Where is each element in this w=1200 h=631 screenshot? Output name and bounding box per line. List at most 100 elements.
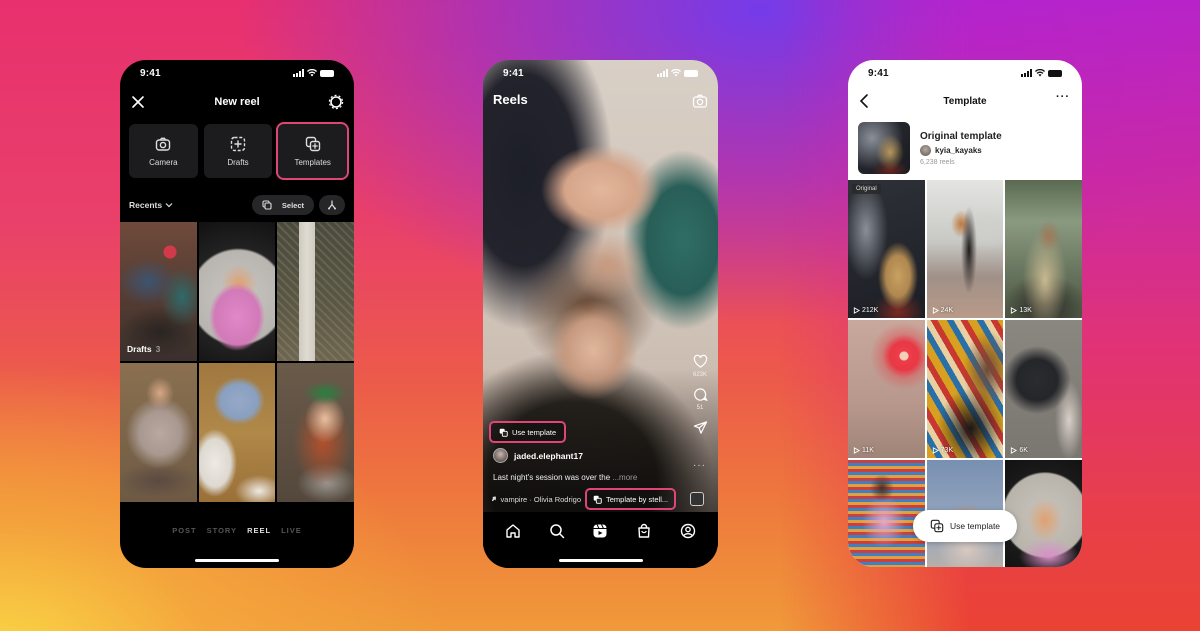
use-template-label: Use template <box>512 427 557 437</box>
author-username: kyia_kayaks <box>935 145 982 155</box>
reel-thumbnail[interactable] <box>1005 460 1082 567</box>
header: New reel <box>120 88 354 116</box>
use-template-chip[interactable]: Use template <box>489 421 567 443</box>
battery-icon <box>1048 69 1062 77</box>
status-bar: 9:41 <box>848 60 1082 86</box>
reel-thumbnail[interactable]: 73K <box>926 320 1004 458</box>
signal-icon <box>293 69 304 77</box>
more-icon[interactable]: ··· <box>1056 91 1070 103</box>
original-template-author[interactable]: kyia_kayaks <box>920 144 1002 156</box>
page-title: Reels <box>493 92 528 107</box>
original-template-thumbnail[interactable] <box>858 122 910 174</box>
drafts-tile[interactable]: Drafts <box>203 124 273 178</box>
audio-row: vampire · Olivia Rodrigo Template by ste… <box>491 488 712 510</box>
templates-tile[interactable]: Templates <box>276 122 350 180</box>
recents-label: Recents <box>129 200 163 210</box>
select-label: Select <box>281 200 304 210</box>
view-count-value: 24K <box>940 307 954 314</box>
camera-label: Camera <box>149 157 178 167</box>
media-thumbnail[interactable] <box>198 222 276 361</box>
template-by-label: Template by stell... <box>606 494 669 504</box>
status-time: 9:41 <box>868 67 889 79</box>
home-indicator <box>195 559 279 562</box>
wifi-icon <box>671 69 681 77</box>
mode-selector: POST STORY REEL LIVE <box>120 526 354 535</box>
original-template-meta: Original template kyia_kayaks 6,238 reel… <box>920 122 1002 174</box>
close-icon[interactable] <box>130 94 146 110</box>
recents-row: Recents Select <box>129 194 345 216</box>
status-bar: 9:41 <box>483 60 718 86</box>
bottom-nav <box>483 516 718 546</box>
phone-reels: 9:41 Reels 623K 51 Use template jaded.el… <box>483 60 718 568</box>
original-template-info[interactable]: Original template kyia_kayaks 6,238 reel… <box>858 122 1072 174</box>
avatar <box>493 448 508 463</box>
recents-grid: Drafts 3 <box>120 222 354 502</box>
multi-select-icon <box>262 200 272 210</box>
view-count: 6K <box>1010 447 1028 454</box>
heart-icon[interactable] <box>693 354 708 369</box>
home-icon[interactable] <box>505 523 521 539</box>
reel-author[interactable]: jaded.elephant17 <box>493 448 583 463</box>
view-count-value: 212K <box>862 307 879 314</box>
avatar <box>920 144 931 156</box>
media-thumbnail[interactable] <box>277 222 354 361</box>
templates-icon <box>305 136 320 151</box>
phone-template: 9:41 Template ··· Original template kyia… <box>848 60 1082 567</box>
reel-count: 6,238 reels <box>920 158 955 166</box>
view-count-value: 73K <box>940 447 954 454</box>
original-template-title: Original template <box>920 130 1002 142</box>
play-icon <box>853 307 860 314</box>
recents-dropdown[interactable]: Recents <box>129 200 173 210</box>
reel-thumbnail[interactable]: 11K <box>848 320 925 458</box>
reel-thumbnail[interactable]: 24K <box>926 180 1004 318</box>
shop-icon[interactable] <box>636 523 652 539</box>
share-icon[interactable] <box>693 420 708 435</box>
reels-icon[interactable] <box>592 523 608 539</box>
more-icon[interactable]: ··· <box>693 460 706 471</box>
template-by-chip[interactable]: Template by stell... <box>585 488 677 510</box>
like-count: 623K <box>692 372 707 378</box>
battery-icon <box>320 69 334 77</box>
status-time: 9:41 <box>503 67 524 79</box>
template-merge-button[interactable] <box>319 195 345 215</box>
comment-icon[interactable] <box>693 387 708 402</box>
media-thumbnail[interactable]: Drafts 3 <box>120 222 197 361</box>
media-thumbnail[interactable] <box>198 363 276 502</box>
merge-icon <box>328 200 336 210</box>
audio-thumbnail[interactable] <box>690 492 704 506</box>
reel-thumbnail[interactable]: 13K <box>1005 180 1082 318</box>
reel-thumbnail[interactable]: 6K <box>1005 320 1082 458</box>
select-button[interactable]: Select <box>251 195 314 215</box>
original-badge: Original <box>852 184 881 194</box>
camera-icon[interactable] <box>692 93 708 109</box>
recents-actions: Select <box>251 195 345 215</box>
gear-icon[interactable] <box>328 94 344 110</box>
camera-icon <box>156 137 171 151</box>
use-template-button[interactable]: Use template <box>913 510 1017 542</box>
mode-story[interactable]: STORY <box>207 526 237 535</box>
battery-icon <box>684 69 698 77</box>
wifi-icon <box>1035 69 1045 77</box>
reel-thumbnail[interactable] <box>848 460 925 567</box>
audio-track[interactable]: vampire · Olivia Rodrigo <box>491 495 581 504</box>
mode-reel[interactable]: REEL <box>247 526 271 535</box>
chevron-left-icon[interactable] <box>858 93 872 109</box>
page-title: New reel <box>214 96 260 108</box>
media-thumbnail[interactable] <box>277 363 354 502</box>
mode-live[interactable]: LIVE <box>281 526 302 535</box>
templates-label: Templates <box>294 157 331 167</box>
drafts-label: Drafts <box>227 157 249 167</box>
wifi-icon <box>307 69 317 77</box>
camera-tile[interactable]: Camera <box>129 124 198 178</box>
caption-more[interactable]: ...more <box>612 473 637 482</box>
view-count-value: 13K <box>1019 307 1032 314</box>
mode-post[interactable]: POST <box>172 526 196 535</box>
template-reels-grid: Original 212K 24K 13K 11K 73K 6K <box>848 180 1082 567</box>
search-icon[interactable] <box>549 523 565 539</box>
media-thumbnail[interactable] <box>120 363 197 502</box>
profile-icon[interactable] <box>680 523 696 539</box>
caption[interactable]: Last night's session was over the ...mor… <box>493 473 637 482</box>
reel-thumbnail[interactable]: Original 212K <box>848 180 925 318</box>
view-count: 13K <box>1010 307 1032 314</box>
play-icon <box>932 447 939 454</box>
